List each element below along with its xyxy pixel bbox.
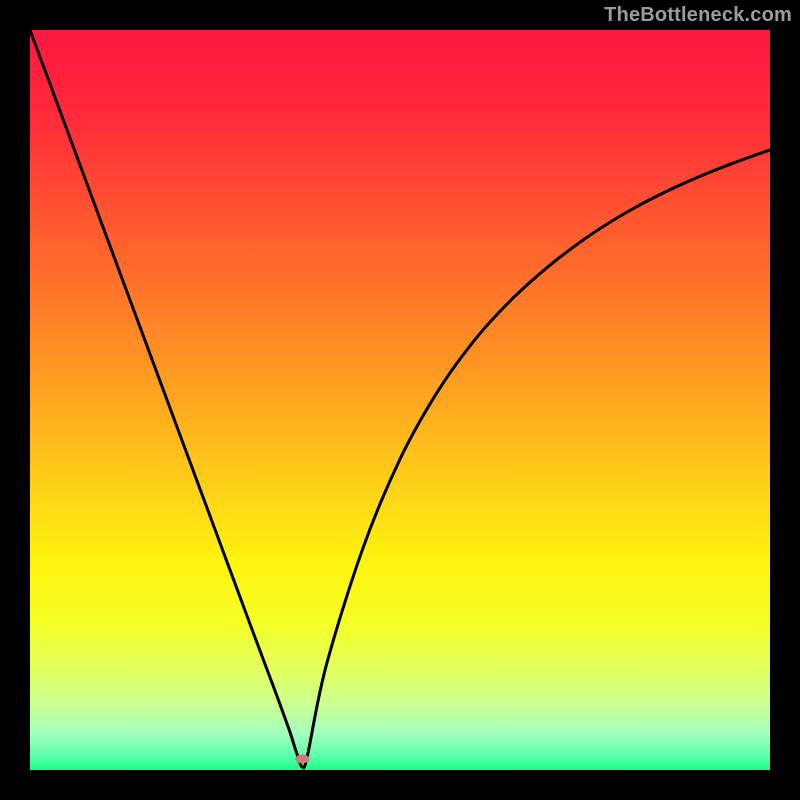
chart-frame: TheBottleneck.com <box>0 0 800 800</box>
bottleneck-chart <box>30 30 770 770</box>
optimal-marker <box>295 754 309 763</box>
watermark-text: TheBottleneck.com <box>604 4 792 27</box>
gradient-background <box>30 30 770 770</box>
